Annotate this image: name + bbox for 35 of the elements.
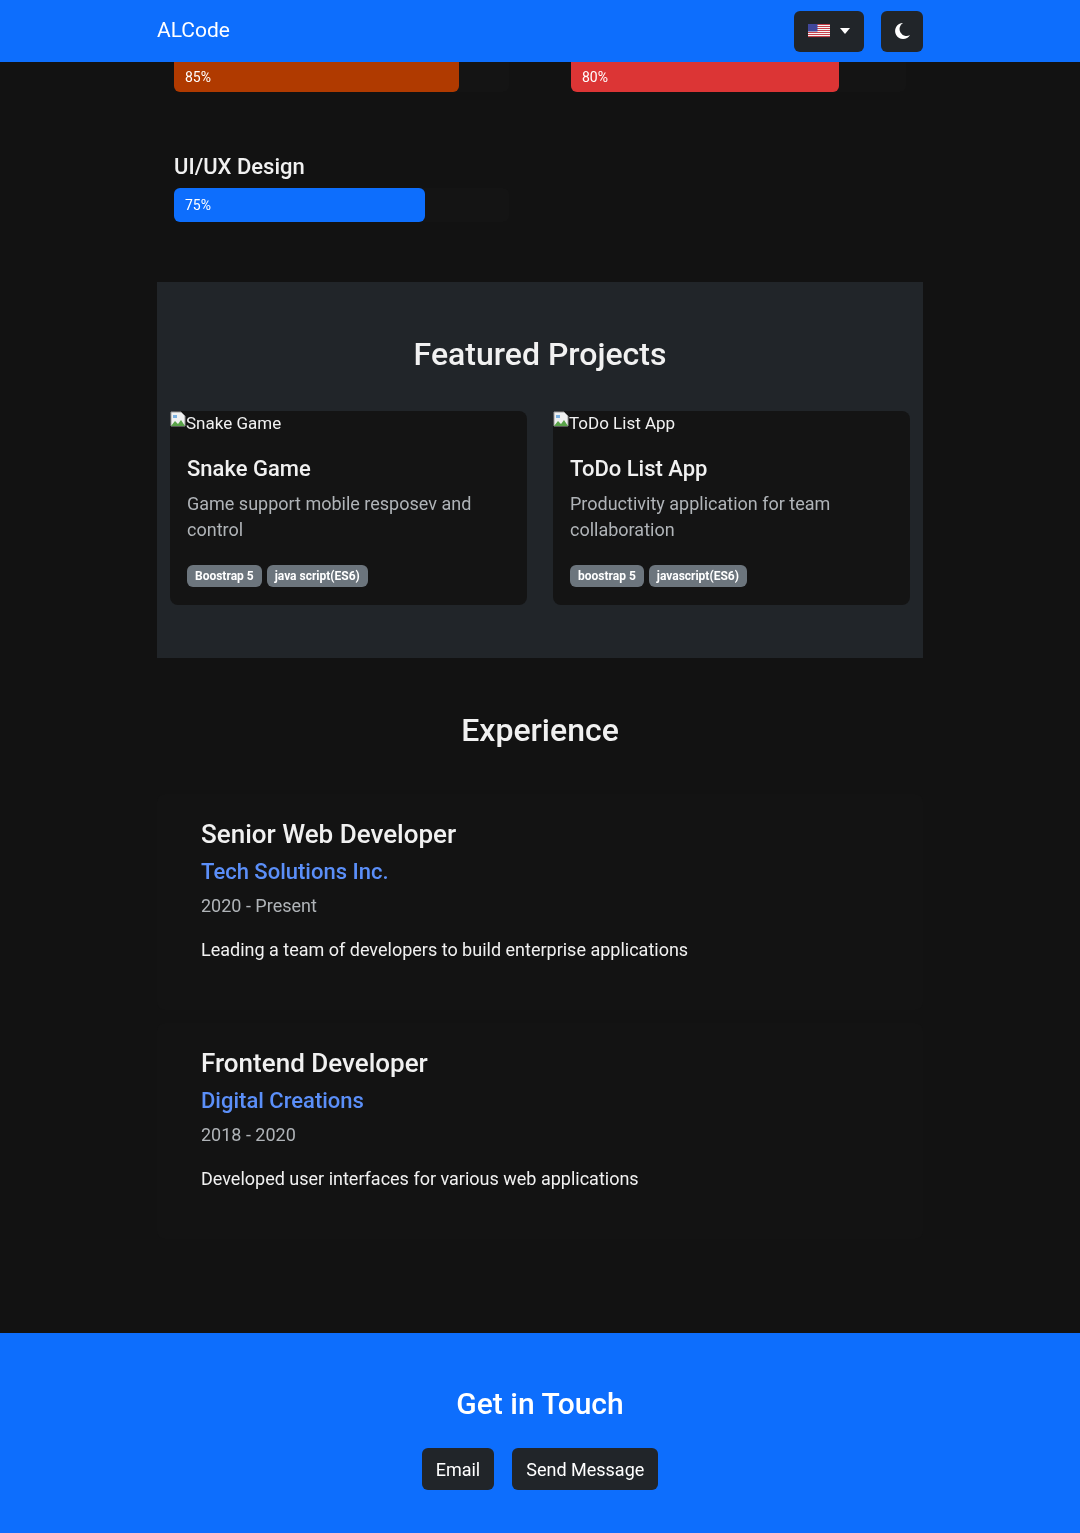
company-name: Tech Solutions Inc. [201, 858, 390, 886]
job-description: Leading a team of developers to build enterprise applications [201, 938, 690, 962]
project-title: Snake Game [187, 455, 312, 483]
progress-reading: 85% [185, 67, 211, 87]
job-period: 2020 - Present [201, 894, 318, 918]
tech-tag: java script(ES6) [266, 565, 368, 587]
tech-tag: Boostrap 5 [187, 565, 262, 587]
job-period: 2018 - 2020 [201, 1123, 297, 1147]
project-description: Productivity application for team collaboration [570, 492, 832, 542]
progress-reading: 80% [582, 67, 608, 87]
caret-icon [840, 28, 850, 34]
tech-tag: javascript(ES6) [648, 565, 747, 587]
project-title: ToDo List App [570, 455, 709, 483]
section-title: Get in Touch [456, 1386, 624, 1422]
progress-reading: 75% [185, 195, 211, 215]
moon-icon [894, 23, 910, 39]
image-alt-text: Snake Game [186, 412, 282, 435]
language-dropdown-button[interactable] [794, 10, 864, 52]
job-title: Senior Web Developer [201, 818, 458, 850]
project-description: Game support mobile resposev and control [187, 492, 473, 542]
job-description: Developed user interfaces for various web applications [201, 1167, 640, 1191]
skill-name: UI/UX Design [174, 154, 306, 180]
section-title: Experience [460, 710, 620, 750]
company-name: Digital Creations [201, 1087, 365, 1115]
job-title: Frontend Developer [201, 1047, 429, 1079]
broken-image-icon [553, 411, 569, 427]
theme-toggle-button[interactable] [881, 10, 923, 52]
image-alt-text: ToDo List App [569, 412, 676, 435]
flag-icon [808, 24, 830, 38]
brand-link[interactable]: ALCode [157, 15, 230, 47]
tech-tag: boostrap 5 [570, 565, 644, 587]
contact-button[interactable]: Email [421, 1448, 495, 1490]
contact-button[interactable]: Send Message [512, 1448, 659, 1490]
broken-image-icon [170, 411, 186, 427]
section-title: Featured Projects [412, 334, 668, 374]
